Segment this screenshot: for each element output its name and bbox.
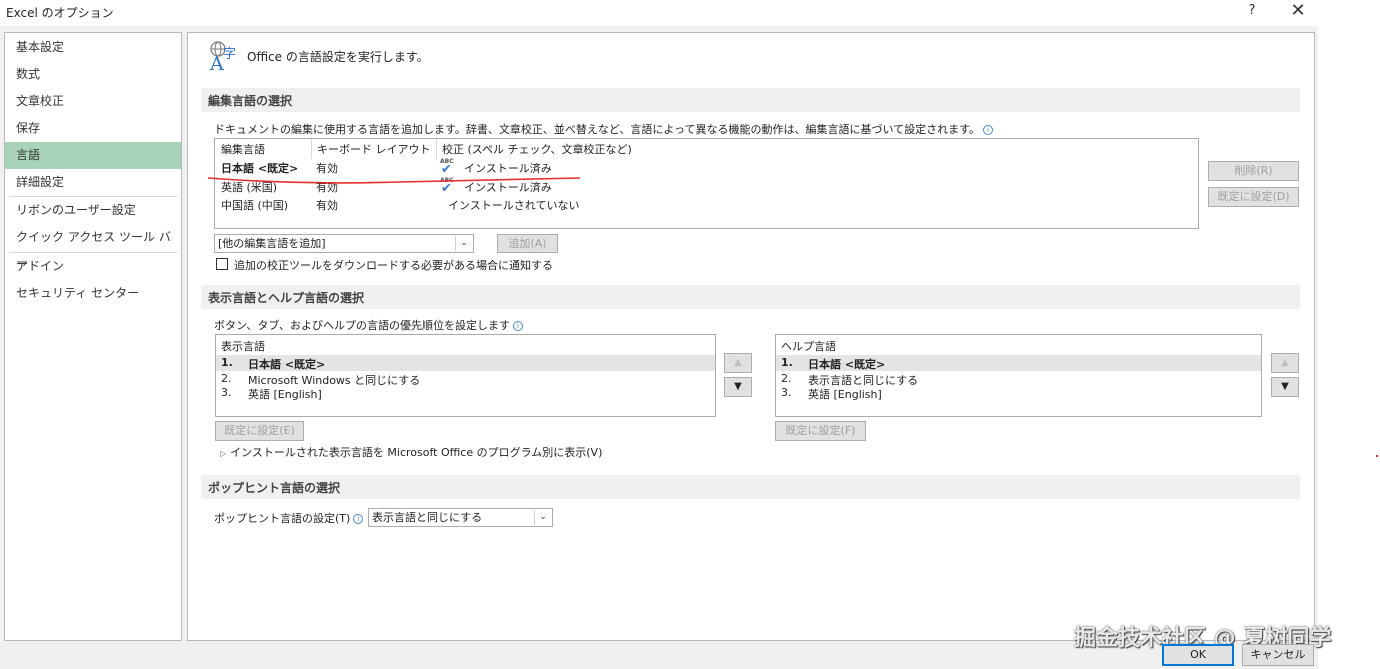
info-icon[interactable]: i xyxy=(353,514,364,524)
editing-section-header: 編集言語の選択 xyxy=(201,88,1300,112)
window-title: Excel のオプション xyxy=(6,6,114,20)
sidebar-item-advanced[interactable]: 詳細設定 xyxy=(5,169,181,196)
row-keyboard: 有効 xyxy=(316,199,338,212)
intro-text: Office の言語設定を実行します。 xyxy=(247,50,429,64)
help-button[interactable]: ? xyxy=(1240,1,1264,23)
display-list-header: 表示言語 xyxy=(221,340,265,353)
help-move-down-button[interactable]: ▼ xyxy=(1271,377,1299,397)
row-language: 中国語 (中国) xyxy=(221,199,289,212)
table-row[interactable]: 英語 (米国) 有効 ABC ✔ インストール済み xyxy=(215,177,1198,196)
display-move-down-button[interactable]: ▼ xyxy=(724,377,752,397)
help-language-list[interactable]: ヘルプ言語 1. 日本語 <既定> 2. 表示言語と同じにする 3. 英語 [E… xyxy=(775,334,1262,417)
row-proofing: インストール済み xyxy=(464,162,552,175)
set-default-editing-button[interactable]: 既定に設定(D) xyxy=(1208,187,1299,207)
info-icon[interactable]: i xyxy=(983,125,994,135)
chevron-down-icon: ⌄ xyxy=(455,236,472,251)
list-item[interactable]: 3. 英語 [English] xyxy=(216,385,715,401)
column-header-proofing[interactable]: 校正 (スペル チェック、文章校正など) xyxy=(442,141,632,157)
cancel-button[interactable]: キャンセル xyxy=(1242,644,1314,666)
list-item[interactable]: 1. 日本語 <既定> xyxy=(216,355,715,371)
list-item-number: 2. xyxy=(781,372,792,385)
sidebar-item-addins[interactable]: アドイン xyxy=(5,253,181,280)
notify-checkbox-label[interactable]: 追加の校正ツールをダウンロードする必要がある場合に通知する xyxy=(234,257,553,273)
screentip-language-dropdown[interactable]: 表示言語と同じにする ⌄ xyxy=(368,508,553,527)
help-list-header: ヘルプ言語 xyxy=(781,340,836,353)
list-item-number: 3. xyxy=(781,386,792,399)
editing-languages-table: 編集言語 キーボード レイアウト 校正 (スペル チェック、文章校正など) 日本… xyxy=(214,138,1199,229)
list-item-label: 英語 [English] xyxy=(808,388,882,401)
list-item-label: 英語 [English] xyxy=(248,388,322,401)
table-row[interactable]: 中国語 (中国) 有効 インストールされていない xyxy=(215,195,1198,213)
svg-text:字: 字 xyxy=(223,47,236,62)
screentip-label: ポップヒント言語の設定(T) i xyxy=(214,510,364,526)
close-button[interactable]: ✕ xyxy=(1284,1,1312,23)
sidebar-item-general[interactable]: 基本設定 xyxy=(5,34,181,61)
svg-text:A: A xyxy=(209,53,224,72)
row-keyboard: 有効 xyxy=(316,162,338,175)
list-item-number: 1. xyxy=(781,356,793,369)
abc-check-icon: ABC ✔ xyxy=(440,177,454,196)
show-display-languages-expander[interactable]: ▷ インストールされた表示言語を Microsoft Office のプログラム別… xyxy=(220,444,602,460)
display-section-title: 表示言語とヘルプ言語の選択 xyxy=(208,291,365,305)
editing-description: ドキュメントの編集に使用する言語を追加します。辞書、文章校正、並べ替えなど、言語… xyxy=(214,121,994,137)
title-bar: Excel のオプション ? ✕ xyxy=(0,0,1318,26)
row-keyboard: 有効 xyxy=(316,181,338,194)
sidebar: 基本設定 数式 文章校正 保存 言語 詳細設定 リボンのユーザー設定 クイック … xyxy=(4,32,182,641)
chevron-down-icon: ⌄ xyxy=(534,510,551,525)
ok-button[interactable]: OK xyxy=(1162,644,1234,666)
display-section-header: 表示言語とヘルプ言語の選択 xyxy=(201,285,1300,309)
add-language-value: [他の編集言語を追加] xyxy=(218,237,326,250)
add-language-dropdown[interactable]: [他の編集言語を追加] ⌄ xyxy=(214,234,474,253)
sidebar-item-language[interactable]: 言語 xyxy=(5,142,181,169)
list-item-number: 3. xyxy=(221,386,232,399)
sidebar-item-customize-ribbon[interactable]: リボンのユーザー設定 xyxy=(5,197,181,224)
row-language: 日本語 <既定> xyxy=(221,162,299,175)
screentip-section-title: ポップヒント言語の選択 xyxy=(208,481,341,495)
sidebar-item-trust-center[interactable]: セキュリティ センター xyxy=(5,280,181,307)
abc-check-icon: ABC ✔ xyxy=(440,158,454,177)
row-proofing: インストールされていない xyxy=(448,199,580,212)
display-description: ボタン、タブ、およびヘルプの言語の優先順位を設定します i xyxy=(214,317,524,333)
add-button[interactable]: 追加(A) xyxy=(497,234,558,253)
display-description-text: ボタン、タブ、およびヘルプの言語の優先順位を設定します xyxy=(214,319,511,332)
language-icon: A 字 xyxy=(209,41,236,72)
sidebar-item-formulas[interactable]: 数式 xyxy=(5,61,181,88)
screentip-label-text: ポップヒント言語の設定(T) xyxy=(214,512,351,525)
column-header-keyboard[interactable]: キーボード レイアウト xyxy=(317,141,431,157)
display-language-list[interactable]: 表示言語 1. 日本語 <既定> 2. Microsoft Windows と同… xyxy=(215,334,716,417)
list-item-number: 2. xyxy=(221,372,232,385)
list-item-number: 1. xyxy=(221,356,233,369)
column-divider xyxy=(436,139,437,159)
sidebar-item-proofing[interactable]: 文章校正 xyxy=(5,88,181,115)
sidebar-item-save[interactable]: 保存 xyxy=(5,115,181,142)
editing-section-title: 編集言語の選択 xyxy=(208,94,293,108)
screentip-section-header: ポップヒント言語の選択 xyxy=(201,475,1300,499)
table-row[interactable]: 日本語 <既定> 有効 ABC ✔ インストール済み xyxy=(215,158,1198,177)
set-default-help-button[interactable]: 既定に設定(F) xyxy=(775,421,866,441)
notify-checkbox[interactable] xyxy=(216,258,228,270)
red-mark xyxy=(1376,455,1378,457)
set-default-display-button[interactable]: 既定に設定(E) xyxy=(215,421,304,441)
info-icon[interactable]: i xyxy=(513,321,524,331)
row-language: 英語 (米国) xyxy=(221,181,278,194)
column-divider xyxy=(311,139,312,159)
column-header-language[interactable]: 編集言語 xyxy=(221,141,265,157)
help-move-up-button[interactable]: ▲ xyxy=(1271,353,1299,373)
list-item[interactable]: 1. 日本語 <既定> xyxy=(776,355,1261,371)
expander-label: インストールされた表示言語を Microsoft Office のプログラム別に… xyxy=(230,446,603,459)
sidebar-item-quick-access-toolbar[interactable]: クイック アクセス ツール バー xyxy=(5,224,181,271)
display-move-up-button[interactable]: ▲ xyxy=(724,353,752,373)
screentip-language-value: 表示言語と同じにする xyxy=(372,511,483,524)
list-item-label: 日本語 <既定> xyxy=(808,358,886,371)
remove-button[interactable]: 削除(R) xyxy=(1208,161,1299,181)
list-item-label: 日本語 <既定> xyxy=(248,358,326,371)
expand-triangle-icon: ▷ xyxy=(220,449,227,458)
editing-description-text: ドキュメントの編集に使用する言語を追加します。辞書、文章校正、並べ替えなど、言語… xyxy=(214,123,981,136)
row-proofing: インストール済み xyxy=(464,181,552,194)
list-item[interactable]: 3. 英語 [English] xyxy=(776,385,1261,401)
